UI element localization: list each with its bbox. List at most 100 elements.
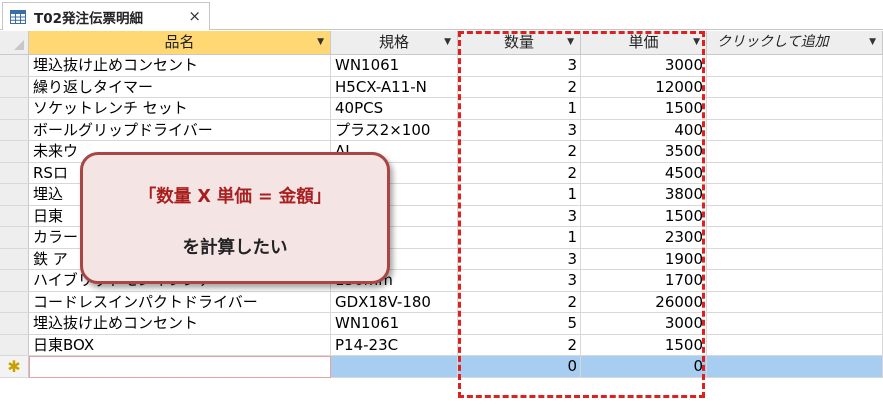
cell-spec[interactable]: WN1061 (331, 313, 458, 335)
cell-product-name[interactable]: ボールグリップドライバー (29, 119, 331, 141)
cell-quantity[interactable]: 1 (458, 98, 581, 120)
cell-product-name[interactable]: コードレスインパクトドライバー (29, 291, 331, 313)
column-header-label: 規格 (378, 33, 409, 51)
cell-unit-price[interactable]: 4500 (581, 162, 707, 184)
cell-add-column[interactable] (707, 98, 883, 120)
callout-line2: を計算したい (182, 238, 288, 258)
cell-add-column[interactable] (707, 313, 883, 335)
cell-quantity[interactable]: 3 (458, 270, 581, 292)
tab-t02[interactable]: T02発注伝票明細 × (2, 2, 210, 30)
callout-box: 「数量 X 単価 = 金額」 を計算したい (80, 152, 390, 284)
cell-spec[interactable]: H5CX-A11-N (331, 76, 458, 98)
column-header-quantity[interactable]: 数量 ▼ (458, 31, 581, 55)
cell-add-column[interactable] (707, 119, 883, 141)
cell-quantity[interactable]: 3 (458, 119, 581, 141)
chevron-down-icon[interactable]: ▼ (444, 31, 451, 54)
row-selector[interactable] (0, 205, 29, 227)
cell-quantity[interactable]: 1 (458, 227, 581, 249)
chevron-down-icon[interactable]: ▼ (567, 31, 574, 54)
close-icon[interactable]: × (188, 8, 201, 24)
cell-quantity[interactable]: 3 (458, 248, 581, 270)
cell-spec[interactable]: プラス2×100 (331, 119, 458, 141)
cell-unit-price[interactable]: 400 (581, 119, 707, 141)
select-all-corner[interactable] (0, 31, 29, 55)
cell-add-column[interactable] (707, 55, 883, 77)
cell-quantity[interactable]: 2 (458, 141, 581, 163)
cell-spec[interactable]: 40PCS (331, 98, 458, 120)
cell-unit-price[interactable]: 2300 (581, 227, 707, 249)
cell-unit-price[interactable]: 1500 (581, 205, 707, 227)
row-selector[interactable] (0, 55, 29, 77)
chevron-down-icon[interactable]: ▼ (693, 31, 700, 54)
cell-spec[interactable]: WN1061 (331, 55, 458, 77)
column-header-label: 数量 (503, 33, 534, 51)
new-row-cell-unit-price[interactable]: 0 (581, 356, 707, 378)
new-row-cell-add-column[interactable] (707, 356, 883, 378)
column-header-spec[interactable]: 規格 ▼ (331, 31, 458, 55)
cell-unit-price[interactable]: 3800 (581, 184, 707, 206)
cell-unit-price[interactable]: 12000 (581, 76, 707, 98)
cell-unit-price[interactable]: 3500 (581, 141, 707, 163)
column-header-add-column[interactable]: クリックして追加 ▼ (707, 31, 883, 55)
cell-add-column[interactable] (707, 270, 883, 292)
row-selector[interactable] (0, 291, 29, 313)
row-selector[interactable] (0, 162, 29, 184)
row-selector[interactable] (0, 98, 29, 120)
row-selector[interactable] (0, 141, 29, 163)
column-header-label: 単価 (628, 33, 659, 51)
row-selector[interactable] (0, 119, 29, 141)
cell-add-column[interactable] (707, 334, 883, 356)
cell-unit-price[interactable]: 3000 (581, 55, 707, 77)
cell-quantity[interactable]: 2 (458, 334, 581, 356)
cell-product-name[interactable]: 埋込抜け止めコンセント (29, 55, 331, 77)
row-selector[interactable] (0, 313, 29, 335)
row-selector[interactable] (0, 334, 29, 356)
cell-add-column[interactable] (707, 205, 883, 227)
cell-unit-price[interactable]: 26000 (581, 291, 707, 313)
column-header-label: クリックして追加 (717, 34, 829, 50)
cell-unit-price[interactable]: 1500 (581, 334, 707, 356)
cell-product-name[interactable]: ソケットレンチ セット (29, 98, 331, 120)
new-row-cell-spec[interactable] (331, 356, 458, 378)
cell-quantity[interactable]: 2 (458, 291, 581, 313)
cell-quantity[interactable]: 1 (458, 184, 581, 206)
cell-product-name[interactable]: 日東BOX (29, 334, 331, 356)
chevron-down-icon[interactable]: ▼ (317, 31, 324, 54)
new-row-cell-quantity[interactable]: 0 (458, 356, 581, 378)
table-icon (10, 9, 26, 24)
cell-add-column[interactable] (707, 141, 883, 163)
cell-unit-price[interactable]: 1900 (581, 248, 707, 270)
cell-unit-price[interactable]: 3000 (581, 313, 707, 335)
cell-spec[interactable]: P14-23C (331, 334, 458, 356)
cell-product-name[interactable]: 埋込抜け止めコンセント (29, 313, 331, 335)
chevron-down-icon[interactable]: ▼ (869, 31, 876, 54)
cell-unit-price[interactable]: 1700 (581, 270, 707, 292)
cell-quantity[interactable]: 2 (458, 76, 581, 98)
cell-add-column[interactable] (707, 248, 883, 270)
cell-unit-price[interactable]: 1500 (581, 98, 707, 120)
new-row-cell-product-name[interactable] (29, 356, 331, 378)
cell-quantity[interactable]: 5 (458, 313, 581, 335)
cell-spec[interactable]: GDX18V-180 (331, 291, 458, 313)
column-header-unit-price[interactable]: 単価 ▼ (581, 31, 707, 55)
cell-add-column[interactable] (707, 162, 883, 184)
tab-title: T02発注伝票明細 (34, 10, 143, 27)
row-selector[interactable] (0, 270, 29, 292)
row-selector[interactable] (0, 76, 29, 98)
cell-add-column[interactable] (707, 184, 883, 206)
cell-product-name[interactable]: 繰り返しタイマー (29, 76, 331, 98)
new-record-marker[interactable]: ✱ (0, 356, 29, 378)
column-header-product-name[interactable]: 品名 ▼ (29, 31, 331, 55)
row-selector[interactable] (0, 248, 29, 270)
tab-strip: T02発注伝票明細 × (0, 0, 883, 30)
cell-quantity[interactable]: 2 (458, 162, 581, 184)
row-selector[interactable] (0, 227, 29, 249)
cell-quantity[interactable]: 3 (458, 55, 581, 77)
cell-add-column[interactable] (707, 227, 883, 249)
callout-line1: 「数量 X 単価 = 金額」 (138, 187, 332, 207)
cell-add-column[interactable] (707, 76, 883, 98)
column-header-label: 品名 (164, 33, 195, 51)
cell-quantity[interactable]: 3 (458, 205, 581, 227)
row-selector[interactable] (0, 184, 29, 206)
cell-add-column[interactable] (707, 291, 883, 313)
